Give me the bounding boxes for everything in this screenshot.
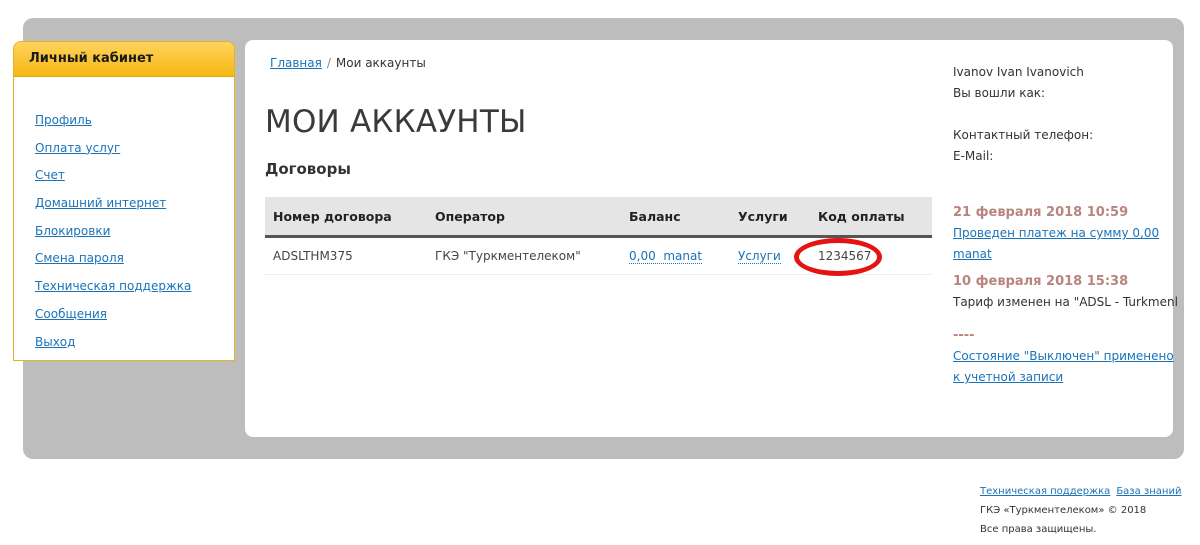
sidebar-item-change-password: Смена пароля — [35, 251, 234, 279]
sidebar-item-home-internet: Домашний интернет — [35, 196, 234, 224]
footer-support-link[interactable]: Техническая поддержка — [980, 486, 1110, 497]
services-cell: Услуги — [730, 236, 810, 275]
sidebar-item-messages: Сообщения — [35, 307, 234, 335]
sidebar-link-payment[interactable]: Оплата услуг — [35, 141, 120, 155]
sidebar-link-logout[interactable]: Выход — [35, 335, 75, 349]
footer-links: Техническая поддержка База знаний — [980, 482, 1187, 501]
user-name: Ivanov Ivan Ivanovich — [953, 65, 1084, 79]
sidebar-item-invoice: Счет — [35, 168, 234, 196]
column-header-balance: Баланс — [621, 197, 730, 238]
contract-number: ADSLTHM375 — [265, 236, 427, 275]
sidebar: Личный кабинет Профиль Оплата услуг Счет… — [13, 41, 235, 361]
event-date: 21 февраля 2018 10:59 — [953, 205, 1129, 220]
column-header-contract: Номер договора — [265, 197, 427, 238]
sidebar-menu: Профиль Оплата услуг Счет Домашний интер… — [14, 77, 234, 361]
event-link[interactable]: Проведен платеж на сумму 0,00 manat — [953, 226, 1159, 261]
sidebar-link-invoice[interactable]: Счет — [35, 168, 65, 182]
sidebar-item-blocks: Блокировки — [35, 224, 234, 252]
balance-link[interactable]: 0,00 manat — [629, 249, 703, 264]
breadcrumb-current: Мои аккаунты — [335, 56, 426, 70]
footer: Техническая поддержка База знаний ГКЭ «Ту… — [980, 482, 1187, 539]
table-header-row: Номер договора Оператор Баланс Услуги Ко… — [265, 197, 932, 238]
payment-code: 1234567 — [810, 236, 932, 275]
phone-label: Контактный телефон: — [953, 128, 1094, 142]
event-date: ---- — [953, 328, 975, 343]
sidebar-link-blocks[interactable]: Блокировки — [35, 224, 110, 238]
section-title: Договоры — [265, 160, 351, 178]
column-header-payment-code: Код оплаты — [810, 197, 932, 238]
sidebar-item-logout: Выход — [35, 335, 234, 361]
column-header-services: Услуги — [730, 197, 810, 238]
sidebar-link-support[interactable]: Техническая поддержка — [35, 279, 191, 293]
sidebar-item-support: Техническая поддержка — [35, 279, 234, 307]
page-title: МОИ АККАУНТЫ — [265, 104, 527, 140]
footer-copyright: ГКЭ «Туркментелеком» © 2018 — [980, 505, 1147, 516]
sidebar-item-payment: Оплата услуг — [35, 141, 234, 169]
contracts-table: Номер договора Оператор Баланс Услуги Ко… — [265, 197, 932, 275]
operator-name: ГКЭ "Туркментелеком" — [427, 236, 621, 275]
sidebar-link-home-internet[interactable]: Домашний интернет — [35, 196, 166, 210]
column-header-operator: Оператор — [427, 197, 621, 238]
event-text: Состояние "Выключен" применено к учетной… — [953, 346, 1178, 388]
services-link[interactable]: Услуги — [738, 249, 781, 264]
event-link[interactable]: Состояние "Выключен" применено к учетной… — [953, 349, 1174, 384]
sidebar-link-messages[interactable]: Сообщения — [35, 307, 107, 321]
logged-in-as-label: Вы вошли как: — [953, 86, 1046, 100]
table-row: ADSLTHM375 ГКЭ "Туркментелеком" 0,00 man… — [265, 236, 932, 275]
event-text: Тариф изменен на "ADSL - Turkmenl — [953, 295, 1178, 309]
sidebar-link-profile[interactable]: Профиль — [35, 113, 92, 127]
footer-rights: Все права защищены. — [980, 524, 1097, 535]
sidebar-item-profile: Профиль — [35, 113, 234, 141]
footer-knowledge-base-link[interactable]: База знаний — [1116, 486, 1181, 497]
breadcrumb-separator: / — [326, 56, 331, 70]
breadcrumb: Главная / Мои аккаунты — [270, 56, 426, 70]
event-text: Проведен платеж на сумму 0,00 manat — [953, 223, 1178, 265]
email-label: E-Mail: — [953, 149, 994, 163]
event-date: 10 февраля 2018 15:38 — [953, 274, 1129, 289]
sidebar-link-change-password[interactable]: Смена пароля — [35, 251, 124, 265]
breadcrumb-home-link[interactable]: Главная — [270, 56, 322, 70]
balance-cell: 0,00 manat — [621, 236, 730, 275]
sidebar-title: Личный кабинет — [14, 42, 234, 77]
right-info-panel: Ivanov Ivan Ivanovich Вы вошли как: Конт… — [953, 62, 1178, 388]
